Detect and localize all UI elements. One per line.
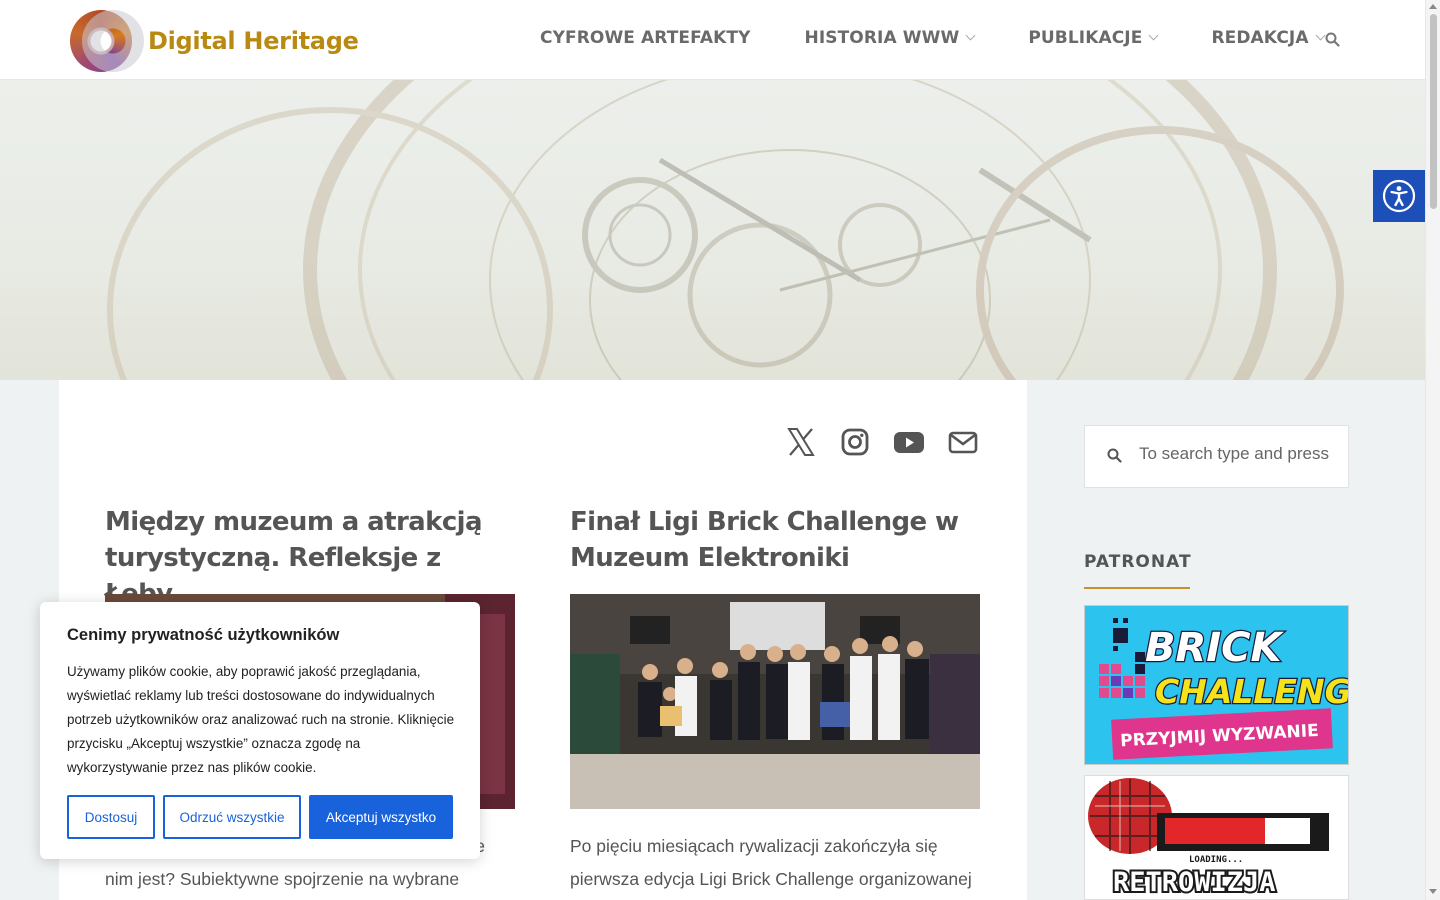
nav-item-label: HISTORIA WWW [804, 28, 960, 48]
hero-banner [0, 80, 1425, 380]
cookie-reject-button[interactable]: Odrzuć wszystkie [163, 795, 301, 839]
post-card: Między muzeum a atrakcją turystyczną. Re… [105, 504, 515, 889]
nav-item-redakcja[interactable]: REDAKCJA [1211, 28, 1326, 48]
nav-item-cyfrowe-artefakty[interactable]: CYFROWE ARTEFAKTY [540, 28, 751, 48]
chevron-down-icon [1315, 30, 1326, 41]
accessibility-toggle[interactable] [1373, 170, 1425, 222]
scrollbar-thumb[interactable] [1430, 14, 1437, 209]
post-excerpt: Po pięciu miesiącach rywalizacji zakończ… [570, 836, 972, 889]
banner-challenge-text: CHALLENGE [1155, 672, 1349, 711]
post-title[interactable]: Finał Ligi Brick Challenge w Muzeum Elek… [570, 504, 980, 576]
nav-item-publikacje[interactable]: PUBLIKACJE [1028, 28, 1159, 48]
hero-clock-artwork [107, 80, 1344, 380]
cookie-consent-dialog: Cenimy prywatność użytkowników Używamy p… [40, 602, 480, 859]
widget-title: PATRONAT [1084, 552, 1192, 572]
instagram-icon[interactable] [839, 426, 871, 463]
logo-disc-icon [70, 10, 144, 72]
site-name: Digital Heritage [148, 27, 359, 55]
main-nav: CYFROWE ARTEFAKTY HISTORIA WWW PUBLIKACJ… [540, 28, 1378, 48]
cookie-customize-button[interactable]: Dostosuj [67, 795, 155, 839]
nav-item-historia-www[interactable]: HISTORIA WWW [804, 28, 976, 48]
chevron-down-icon [1148, 30, 1159, 41]
banner-brick-text: BRICK [1145, 625, 1285, 671]
mail-icon[interactable] [947, 426, 979, 463]
site-logo[interactable]: Digital Heritage [70, 10, 359, 72]
scroll-down-arrow-icon[interactable] [1429, 889, 1437, 894]
social-links [763, 426, 979, 463]
search-icon[interactable] [1325, 32, 1340, 52]
scroll-up-arrow-icon[interactable] [1429, 4, 1437, 9]
cookie-text: Używamy plików cookie, aby poprawić jako… [67, 664, 455, 775]
post-card: Finał Ligi Brick Challenge w Muzeum Elek… [570, 504, 980, 889]
chevron-down-icon [965, 30, 976, 41]
banner-retrowizja-text: RETROWIZJA [1113, 867, 1276, 898]
nav-item-label: PUBLIKACJE [1028, 28, 1143, 48]
youtube-icon[interactable] [893, 426, 925, 463]
brick-challenge-banner[interactable]: BRICK CHALLENGE PRZYJMIJ WYZWANIE [1084, 605, 1349, 765]
retrowizja-banner[interactable]: LOADING... RETROWIZJA [1084, 775, 1349, 900]
cookie-accept-button[interactable]: Akceptuj wszystko [309, 795, 453, 839]
widget-title-underline [1084, 587, 1190, 589]
cookie-title: Cenimy prywatność użytkowników [67, 626, 340, 644]
post-thumbnail[interactable] [570, 594, 980, 809]
page-scrollbar[interactable] [1425, 0, 1440, 900]
search-input[interactable] [1139, 444, 1339, 464]
search-icon [1107, 448, 1122, 468]
accessibility-icon [1382, 179, 1416, 213]
sidebar-search [1084, 425, 1349, 488]
nav-item-label: CYFROWE ARTEFAKTY [540, 28, 751, 48]
x-icon[interactable] [785, 426, 817, 463]
nav-item-label: REDAKCJA [1211, 28, 1309, 48]
banner-loading-text: LOADING... [1189, 855, 1243, 865]
site-header: Digital Heritage CYFROWE ARTEFAKTY HISTO… [0, 0, 1425, 80]
